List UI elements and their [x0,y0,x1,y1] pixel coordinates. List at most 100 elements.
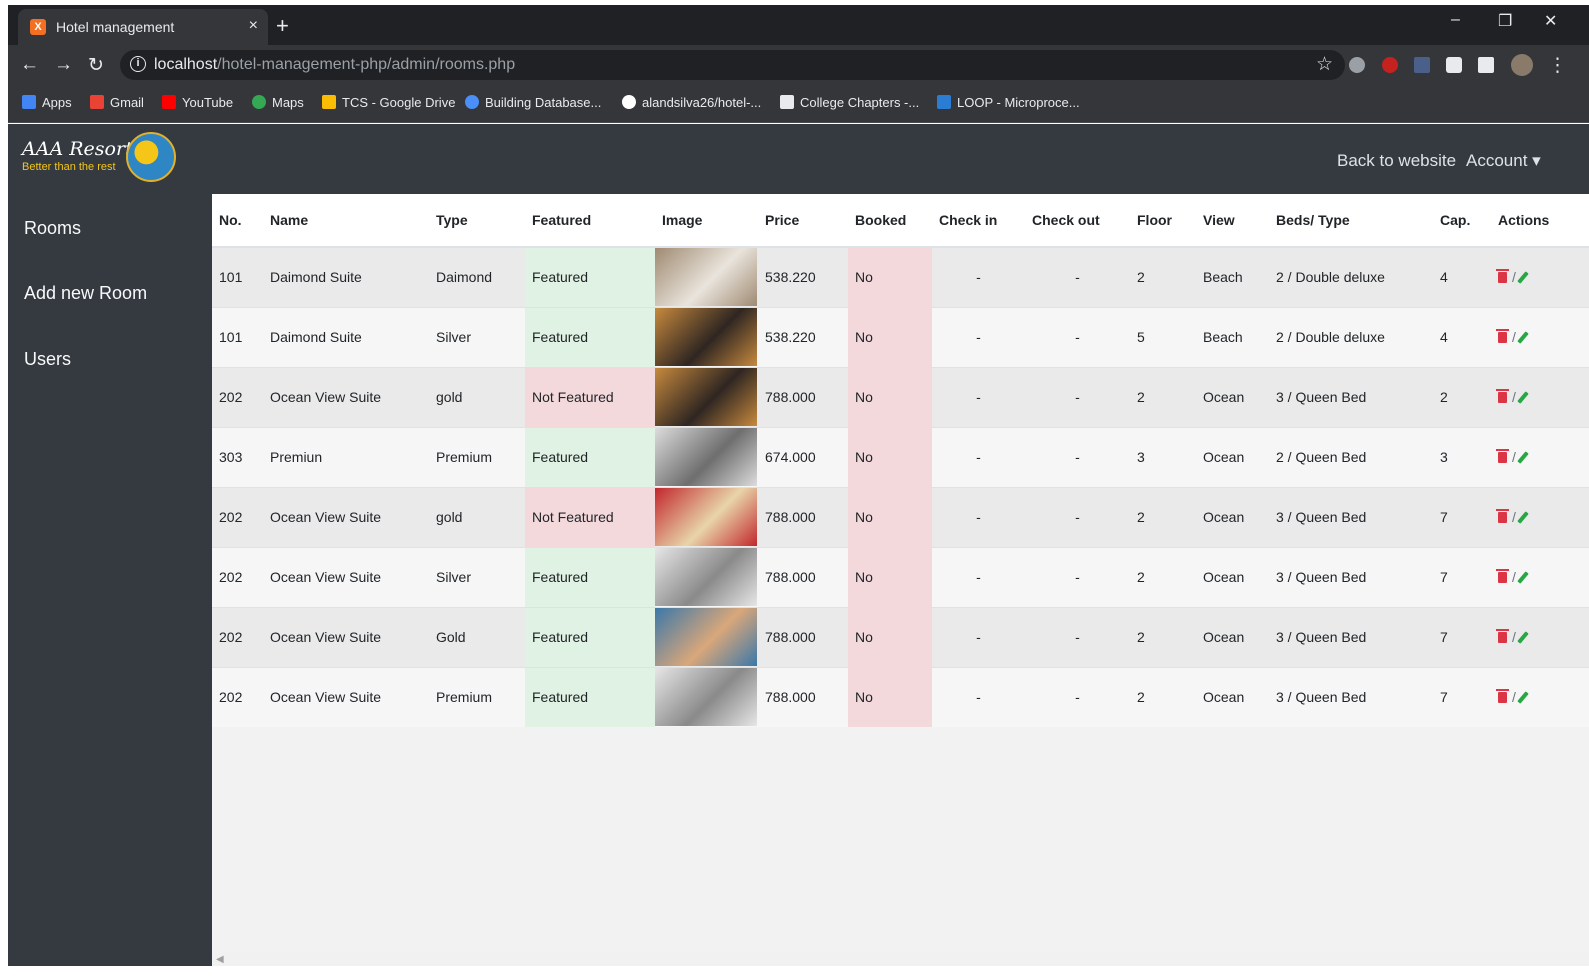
floor-cell: 5 [1130,306,1196,367]
column-header: Actions [1491,194,1589,248]
beds-type-cell: 2 / Double deluxe [1269,246,1433,307]
info-icon[interactable]: i [130,56,146,72]
bookmark-label: Apps [42,95,72,110]
pencil-icon[interactable] [1517,571,1529,584]
browser-tab[interactable]: X Hotel management × [18,9,268,45]
bookmarks-bar: Apps Gmail YouTube Maps TCS - Google Dri… [8,85,1589,123]
restore-icon[interactable]: ❐ [1498,11,1512,31]
price-cell: 788.000 [758,486,848,547]
bookmark-star-icon[interactable]: ☆ [1316,53,1333,76]
pencil-icon[interactable] [1517,691,1529,705]
new-tab-icon[interactable]: + [276,13,289,39]
account-dropdown[interactable]: Account ▾ [1466,151,1541,171]
pencil-icon[interactable] [1517,271,1529,285]
sidebar-item-add-new-room[interactable]: Add new Room [24,283,147,304]
back-arrow-icon[interactable]: ← [20,54,39,76]
image-cell [655,486,758,547]
beds-type-cell: 3 / Queen Bed [1269,666,1433,727]
menu-dots-icon[interactable]: ⋮ [1548,54,1567,77]
room-type-cell: Silver [429,306,525,367]
trash-icon[interactable] [1496,449,1509,463]
bookmark-youtube[interactable]: YouTube [162,95,233,110]
room-name-cell: Ocean View Suite [263,606,429,667]
scroll-left-icon[interactable]: ◀ [216,954,224,965]
profile-avatar[interactable] [1511,54,1533,76]
actions-cell: / [1491,606,1589,667]
bookmark-building-database[interactable]: Building Database... [465,95,601,110]
view-cell: Ocean [1196,366,1269,427]
featured-cell: Not Featured [525,366,655,427]
reload-icon[interactable]: ↻ [88,54,104,77]
pencil-icon[interactable] [1517,451,1529,464]
sidebar-item-rooms[interactable]: Rooms [24,218,81,239]
check-out-cell: - [1025,426,1130,487]
view-cell: Beach [1196,246,1269,307]
pencil-icon[interactable] [1517,391,1529,404]
floor-cell: 2 [1130,666,1196,727]
forward-arrow-icon[interactable]: → [54,54,73,76]
trash-icon[interactable] [1496,269,1509,284]
bookmark-label: alandsilva26/hotel-... [642,95,762,110]
bookmark-apps[interactable]: Apps [22,95,72,110]
pencil-icon[interactable] [1517,331,1529,344]
pencil-icon[interactable] [1517,511,1529,524]
featured-cell: Featured [525,426,655,487]
action-separator: / [1512,509,1516,525]
pencil-icon[interactable] [1517,631,1529,644]
logo-globe-icon[interactable] [126,132,176,182]
room-type-cell: Daimond [429,246,525,307]
room-type-cell: Silver [429,546,525,607]
bookmark-loop[interactable]: LOOP - Microproce... [937,95,1080,110]
bookmark-college-chapters[interactable]: College Chapters -... [780,95,919,110]
camera-icon[interactable] [1446,57,1462,73]
list-extension-icon[interactable] [1414,57,1430,73]
image-cell [655,306,758,367]
back-to-website-link[interactable]: Back to website [1337,151,1456,171]
logo-text[interactable]: AAA Resorts [22,138,142,160]
column-header: Type [429,194,525,248]
image-cell [655,666,758,727]
trash-icon[interactable] [1496,389,1509,403]
check-out-cell: - [1025,606,1130,667]
trash-icon[interactable] [1496,689,1509,704]
image-cell [655,366,758,427]
bookmark-gmail[interactable]: Gmail [90,95,144,110]
sidebar-item-users[interactable]: Users [24,349,71,370]
capacity-cell: 3 [1433,426,1491,487]
floor-cell: 2 [1130,606,1196,667]
bookmark-github[interactable]: alandsilva26/hotel-... [622,95,761,110]
close-window-icon[interactable]: ✕ [1544,11,1557,31]
room-name-cell: Ocean View Suite [263,486,429,547]
horizontal-scrollbar[interactable]: ◀ [212,953,1589,966]
view-cell: Ocean [1196,546,1269,607]
address-bar[interactable]: i localhost/hotel-management-php/admin/r… [120,50,1345,80]
puzzle-icon[interactable] [1478,57,1494,73]
extension-circle-icon[interactable] [1349,57,1365,73]
image-cell [655,546,758,607]
room-number-cell: 202 [212,546,263,607]
trash-icon[interactable] [1496,569,1509,583]
bookmark-label: YouTube [182,95,234,110]
booked-cell: No [848,426,932,487]
trash-icon[interactable] [1496,509,1509,523]
ublock-icon[interactable] [1382,57,1398,73]
minimize-icon[interactable]: – [1451,11,1460,29]
beds-type-cell: 3 / Queen Bed [1269,606,1433,667]
github-icon [622,95,636,109]
table-row: 202 Ocean View Suite Gold Featured 788.000 No… [212,606,1589,667]
bookmark-tcs-drive[interactable]: TCS - Google Drive [322,95,455,110]
column-header: Booked [848,194,932,248]
bookmark-label: Building Database... [485,95,602,110]
trash-icon[interactable] [1496,629,1509,643]
table-row: 202 Ocean View Suite Premium Featured 788.00… [212,666,1589,727]
actions-cell: / [1491,486,1589,547]
check-in-cell: - [932,426,1025,487]
trash-icon[interactable] [1496,329,1509,343]
tab-close-icon[interactable]: × [249,17,258,35]
browser-toolbar: ← → ↻ i localhost/hotel-management-php/a… [8,45,1589,85]
xampp-favicon-icon: X [30,19,46,35]
check-in-cell: - [932,366,1025,427]
room-thumbnail-image [655,428,757,486]
table-row: 101 Daimond Suite Daimond Featured 538.220 No… [212,246,1589,307]
bookmark-maps[interactable]: Maps [252,95,304,110]
